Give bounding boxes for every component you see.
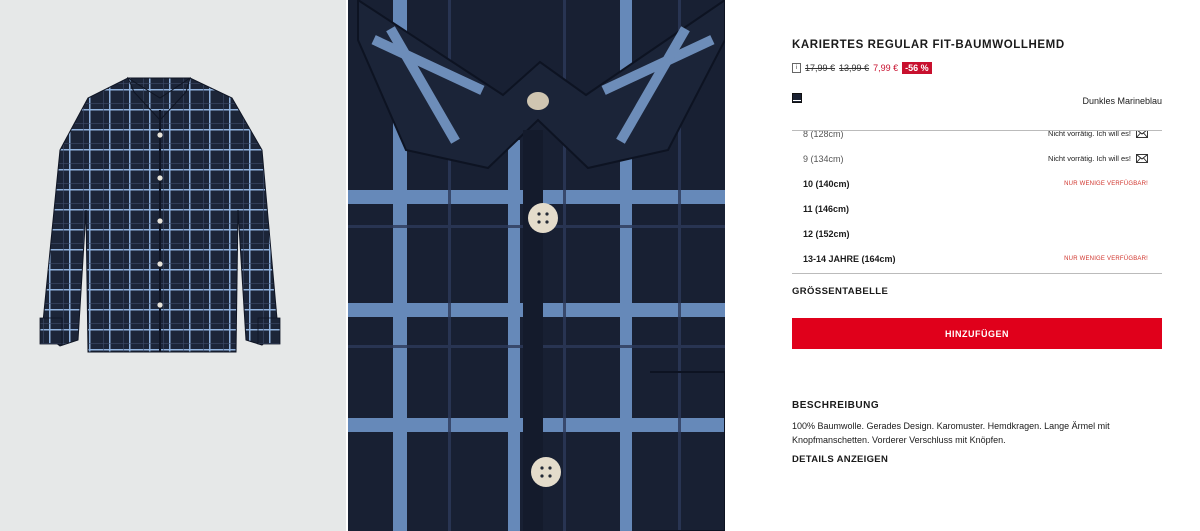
product-image-full-shirt[interactable] xyxy=(0,0,346,531)
size-label: 9 (134cm) xyxy=(803,153,844,164)
color-name: Dunkles Marineblau xyxy=(1082,96,1162,106)
discount-badge: -56 % xyxy=(902,62,932,74)
add-to-cart-button[interactable]: HINZUFÜGEN xyxy=(792,318,1162,349)
shirt-illustration xyxy=(39,76,281,353)
size-option[interactable]: 12 (152cm) xyxy=(803,221,1148,246)
size-option[interactable]: 13-14 JAHRE (164cm) NUR WENIGE VERFÜGBAR… xyxy=(803,246,1148,271)
size-option[interactable]: 8 (128cm) Nicht vorrätig. Ich will es! xyxy=(803,130,1148,146)
color-swatch[interactable] xyxy=(792,93,802,103)
size-label: 11 (146cm) xyxy=(803,203,850,214)
notify-me[interactable]: Nicht vorrätig. Ich will es! xyxy=(1048,154,1148,163)
product-title: KARIERTES REGULAR FIT-BAUMWOLLHEMD xyxy=(792,39,1065,51)
product-image-detail[interactable] xyxy=(348,0,725,531)
low-stock-label: NUR WENIGE VERFÜGBAR! xyxy=(1064,180,1148,187)
description-text: 100% Baumwolle. Gerades Design. Karomust… xyxy=(792,421,1110,445)
size-guide-link[interactable]: GRÖSSENTABELLE xyxy=(792,286,888,297)
price-previous: 13,99 € xyxy=(839,63,870,73)
size-label: 13-14 JAHRE (164cm) xyxy=(803,253,896,264)
size-label: 12 (152cm) xyxy=(803,228,850,239)
notify-me[interactable]: Nicht vorrätig. Ich will es! xyxy=(1048,130,1148,138)
low-stock-label: NUR WENIGE VERFÜGBAR! xyxy=(1064,255,1148,262)
notify-text: Nicht vorrätig. Ich will es! xyxy=(1048,154,1131,163)
price-current: 7,99 € xyxy=(873,63,899,73)
size-option[interactable]: 10 (140cm) NUR WENIGE VERFÜGBAR! xyxy=(803,171,1148,196)
envelope-icon xyxy=(1136,131,1148,138)
size-option[interactable]: 11 (146cm) xyxy=(803,196,1148,221)
size-option[interactable]: 9 (134cm) Nicht vorrätig. Ich will es! xyxy=(803,146,1148,171)
details-link[interactable]: DETAILS ANZEIGEN xyxy=(792,454,888,465)
fabric-closeup-illustration xyxy=(348,0,725,531)
product-info-panel: KARIERTES REGULAR FIT-BAUMWOLLHEMD i 17,… xyxy=(792,0,1162,531)
description-title: BESCHREIBUNG xyxy=(792,400,880,411)
size-list[interactable]: 8 (128cm) Nicht vorrätig. Ich will es! 9… xyxy=(792,130,1162,274)
price-original: 17,99 € xyxy=(805,63,836,73)
envelope-icon xyxy=(1136,154,1148,163)
price-row: i 17,99 € 13,99 € 7,99 € -56 % xyxy=(792,61,932,75)
notify-text: Nicht vorrätig. Ich will es! xyxy=(1048,130,1131,138)
size-label: 8 (128cm) xyxy=(803,130,844,139)
info-icon[interactable]: i xyxy=(792,63,801,73)
size-label: 10 (140cm) xyxy=(803,178,850,189)
